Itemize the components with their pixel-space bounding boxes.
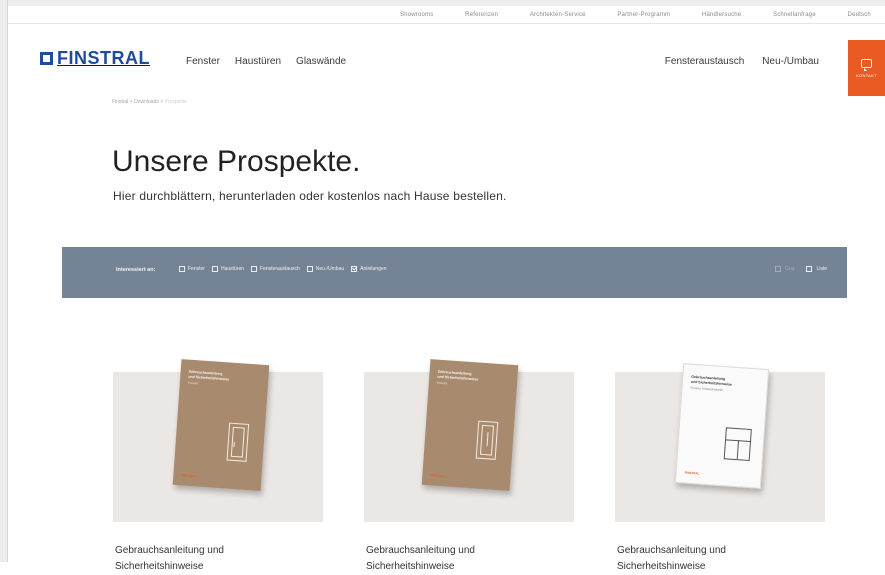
view-list-button[interactable]: Liste: [806, 266, 827, 272]
contact-button[interactable]: KONTAKT: [848, 40, 885, 96]
brochure-cover: Gebrauchsanleitung und Sicherheitshinweis…: [172, 359, 270, 491]
filter-option-fenster[interactable]: Fenster: [179, 266, 205, 272]
view-grid-label: Grid: [784, 266, 795, 272]
utility-link-partner-programm[interactable]: Partner-Programm: [617, 12, 670, 18]
nav-neu-umbau[interactable]: Neu-/Umbau: [762, 56, 819, 67]
nav-haustueren[interactable]: Haustüren: [235, 56, 281, 67]
utility-link-haendlersuche[interactable]: Händlersuche: [702, 12, 741, 18]
door-icon: [475, 420, 499, 460]
browser-frame-left: [0, 0, 8, 562]
logo-square-icon: [40, 52, 53, 65]
breadcrumb-separator: >: [129, 99, 133, 105]
checkbox-icon: [179, 266, 185, 272]
filter-option-anleitungen[interactable]: Anleitungen: [351, 266, 387, 272]
filter-label: Interessiert an:: [116, 267, 156, 273]
nav-fenster[interactable]: Fenster: [186, 56, 220, 67]
card-image: Gebrauchsanleitung und Sicherheitshinweis…: [364, 359, 574, 522]
view-toggle: Grid Liste: [774, 266, 827, 272]
filter-options: Fenster Haustüren Fensteraustausch Neu-/…: [179, 266, 387, 272]
filter-option-label: Fenster: [188, 266, 205, 272]
checkbox-icon: [251, 266, 258, 272]
utility-link-showrooms[interactable]: Showrooms: [400, 12, 433, 18]
brochure-cover: Gebrauchsanleitung und Sicherheitshinweis…: [674, 363, 770, 489]
cover-subtitle: Haustür: [187, 380, 199, 386]
cover-brand: FINSTRAL: [684, 470, 700, 476]
chat-bubble-icon: [861, 58, 872, 71]
view-list-label: Liste: [816, 266, 827, 272]
breadcrumb-current: Prospekte: [164, 99, 188, 105]
cover-subtitle: Haustür: [436, 380, 448, 386]
checkbox-icon: [211, 266, 218, 272]
breadcrumb-item-finstral[interactable]: Finstral: [112, 99, 128, 105]
language-selector[interactable]: Deutsch: [848, 12, 871, 18]
checkbox-checked-icon: [351, 266, 358, 272]
filter-bar: Interessiert an: Fenster Haustüren Fenst…: [62, 247, 847, 298]
cover-subtitle: Fenster, Hebeschiebetür: [690, 385, 724, 392]
nav-glaswaende[interactable]: Glaswände: [296, 56, 346, 67]
filter-option-label: Fensteraustausch: [260, 266, 300, 272]
filter-option-label: Anleitungen: [360, 266, 387, 272]
list-icon: [806, 266, 813, 272]
utility-link-schnellanfrage[interactable]: Schnellanfrage: [773, 12, 816, 18]
checkbox-icon: [306, 266, 313, 272]
cover-brand: FINSTRAL: [430, 473, 446, 479]
card-image: Gebrauchsanleitung und Sicherheitshinweis…: [113, 359, 323, 522]
page-title: Unsere Prospekte.: [112, 145, 361, 178]
cover-brand: FINSTRAL: [181, 473, 197, 479]
utility-divider: [8, 23, 885, 24]
nav-fensteraustausch[interactable]: Fensteraustausch: [665, 56, 745, 67]
logo-wordmark: FINSTRAL: [57, 48, 150, 68]
card-title: Gebrauchsanleitung und Sicherheitshinweis…: [617, 545, 726, 572]
breadcrumb: Finstral > Downloads > Prospekte: [112, 99, 187, 105]
main-nav-left: Fenster Haustüren Glaswände: [186, 56, 346, 67]
utility-link-referenzen[interactable]: Referenzen: [465, 12, 498, 18]
breadcrumb-separator: >: [160, 99, 164, 105]
contact-label: KONTAKT: [856, 72, 877, 78]
filter-option-label: Haustüren: [220, 266, 245, 272]
page-subtitle: Hier durchblättern, herunterladen oder k…: [113, 189, 507, 203]
brochure-card[interactable]: Gebrauchsanleitung und Sicherheitshinweis…: [615, 363, 825, 572]
filter-option-fensteraustausch[interactable]: Fensteraustausch: [251, 266, 300, 272]
utility-nav: Showrooms Referenzen Architekten-Service…: [400, 7, 871, 23]
finstral-logo[interactable]: FINSTRAL: [40, 48, 150, 69]
breadcrumb-item-downloads[interactable]: Downloads: [134, 99, 159, 105]
main-nav-right: Fensteraustausch Neu-/Umbau: [665, 56, 819, 67]
card-title: Gebrauchsanleitung und Sicherheitshinweis…: [366, 545, 475, 572]
brochure-cover: Gebrauchsanleitung und Sicherheitshinweis…: [421, 359, 519, 491]
view-grid-button[interactable]: Grid: [774, 266, 795, 272]
window-icon: [723, 427, 752, 462]
brochure-card[interactable]: Gebrauchsanleitung und Sicherheitshinweis…: [364, 359, 574, 572]
filter-option-neu-umbau[interactable]: Neu-/Umbau: [306, 266, 345, 272]
door-icon: [226, 422, 250, 462]
browser-frame-top: [0, 0, 885, 6]
filter-option-label: Neu-/Umbau: [315, 266, 345, 272]
card-title: Gebrauchsanleitung und Sicherheitshinweis…: [115, 545, 224, 572]
filter-option-haustueren[interactable]: Haustüren: [211, 266, 245, 272]
grid-icon: [774, 266, 781, 272]
card-image: Gebrauchsanleitung und Sicherheitshinweis…: [615, 363, 825, 522]
utility-link-architekten-service[interactable]: Architekten-Service: [530, 12, 586, 18]
brochure-card[interactable]: Gebrauchsanleitung und Sicherheitshinweis…: [113, 359, 323, 572]
